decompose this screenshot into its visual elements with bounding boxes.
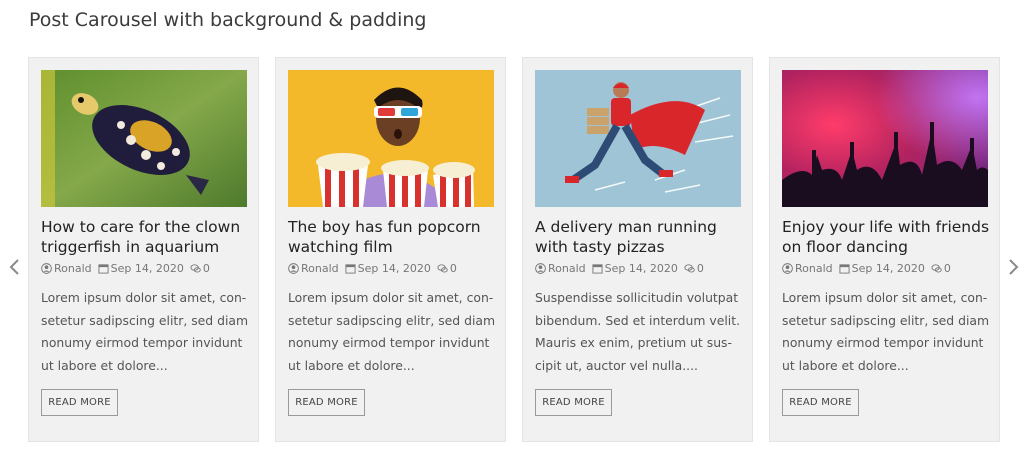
post-author[interactable]: Ronald	[548, 262, 586, 275]
post-thumbnail-popcorn[interactable]	[288, 70, 494, 207]
user-icon	[288, 263, 299, 274]
post-meta: Ronald Sep 14, 2020 0	[288, 262, 498, 275]
post-meta: Ronald Sep 14, 2020 0	[782, 262, 992, 275]
comments-icon	[931, 263, 942, 274]
calendar-icon	[345, 263, 356, 274]
post-excerpt: Lorem ipsum dolor sit amet, con- setetur…	[41, 290, 249, 373]
post-card: How to care for the clown triggerfish in…	[28, 57, 259, 442]
dancing-crowd-image	[782, 70, 988, 207]
calendar-icon	[98, 263, 109, 274]
chevron-left-icon	[9, 259, 19, 275]
post-date: Sep 14, 2020	[110, 262, 184, 275]
calendar-icon	[592, 263, 603, 274]
post-title[interactable]: How to care for the clown triggerfish in…	[41, 217, 251, 257]
post-card: A delivery man running with tasty pizzas…	[522, 57, 753, 442]
post-author[interactable]: Ronald	[795, 262, 833, 275]
read-more-button[interactable]: READ MORE	[41, 389, 118, 416]
popcorn-image	[288, 70, 494, 207]
post-meta: Ronald Sep 14, 2020 0	[535, 262, 745, 275]
post-thumbnail-fish[interactable]	[41, 70, 247, 207]
post-excerpt: Lorem ipsum dolor sit amet, con- setetur…	[288, 290, 496, 373]
post-comment-count[interactable]: 0	[203, 262, 210, 275]
read-more-button[interactable]: READ MORE	[288, 389, 365, 416]
post-card: The boy has fun popcorn watching film Ro…	[275, 57, 506, 442]
chevron-right-icon	[1009, 259, 1019, 275]
post-thumbnail-dancing[interactable]	[782, 70, 988, 207]
carousel-next-button[interactable]	[1004, 257, 1024, 277]
post-comment-count[interactable]: 0	[944, 262, 951, 275]
read-more-button[interactable]: READ MORE	[535, 389, 612, 416]
post-title[interactable]: A delivery man running with tasty pizzas	[535, 217, 745, 257]
user-icon	[535, 263, 546, 274]
post-date: Sep 14, 2020	[851, 262, 925, 275]
post-comment-count[interactable]: 0	[697, 262, 704, 275]
post-meta: Ronald Sep 14, 2020 0	[41, 262, 251, 275]
comments-icon	[190, 263, 201, 274]
post-comment-count[interactable]: 0	[450, 262, 457, 275]
post-card: Enjoy your life with friends on floor da…	[769, 57, 1000, 442]
carousel-prev-button[interactable]	[4, 257, 24, 277]
user-icon	[782, 263, 793, 274]
comments-icon	[437, 263, 448, 274]
post-excerpt: Lorem ipsum dolor sit amet, con- setetur…	[782, 290, 990, 373]
delivery-man-image	[535, 70, 741, 207]
read-more-button[interactable]: READ MORE	[782, 389, 859, 416]
post-thumbnail-delivery[interactable]	[535, 70, 741, 207]
post-title[interactable]: Enjoy your life with friends on floor da…	[782, 217, 992, 257]
post-author[interactable]: Ronald	[54, 262, 92, 275]
post-date: Sep 14, 2020	[604, 262, 678, 275]
user-icon	[41, 263, 52, 274]
post-date: Sep 14, 2020	[357, 262, 431, 275]
page-title: Post Carousel with background & padding	[29, 9, 427, 31]
post-excerpt: Suspendisse sollicitudin volutpat bibend…	[535, 290, 741, 373]
fish-image	[41, 70, 247, 207]
post-carousel: How to care for the clown triggerfish in…	[0, 57, 1024, 442]
post-author[interactable]: Ronald	[301, 262, 339, 275]
comments-icon	[684, 263, 695, 274]
post-title[interactable]: The boy has fun popcorn watching film	[288, 217, 498, 257]
calendar-icon	[839, 263, 850, 274]
